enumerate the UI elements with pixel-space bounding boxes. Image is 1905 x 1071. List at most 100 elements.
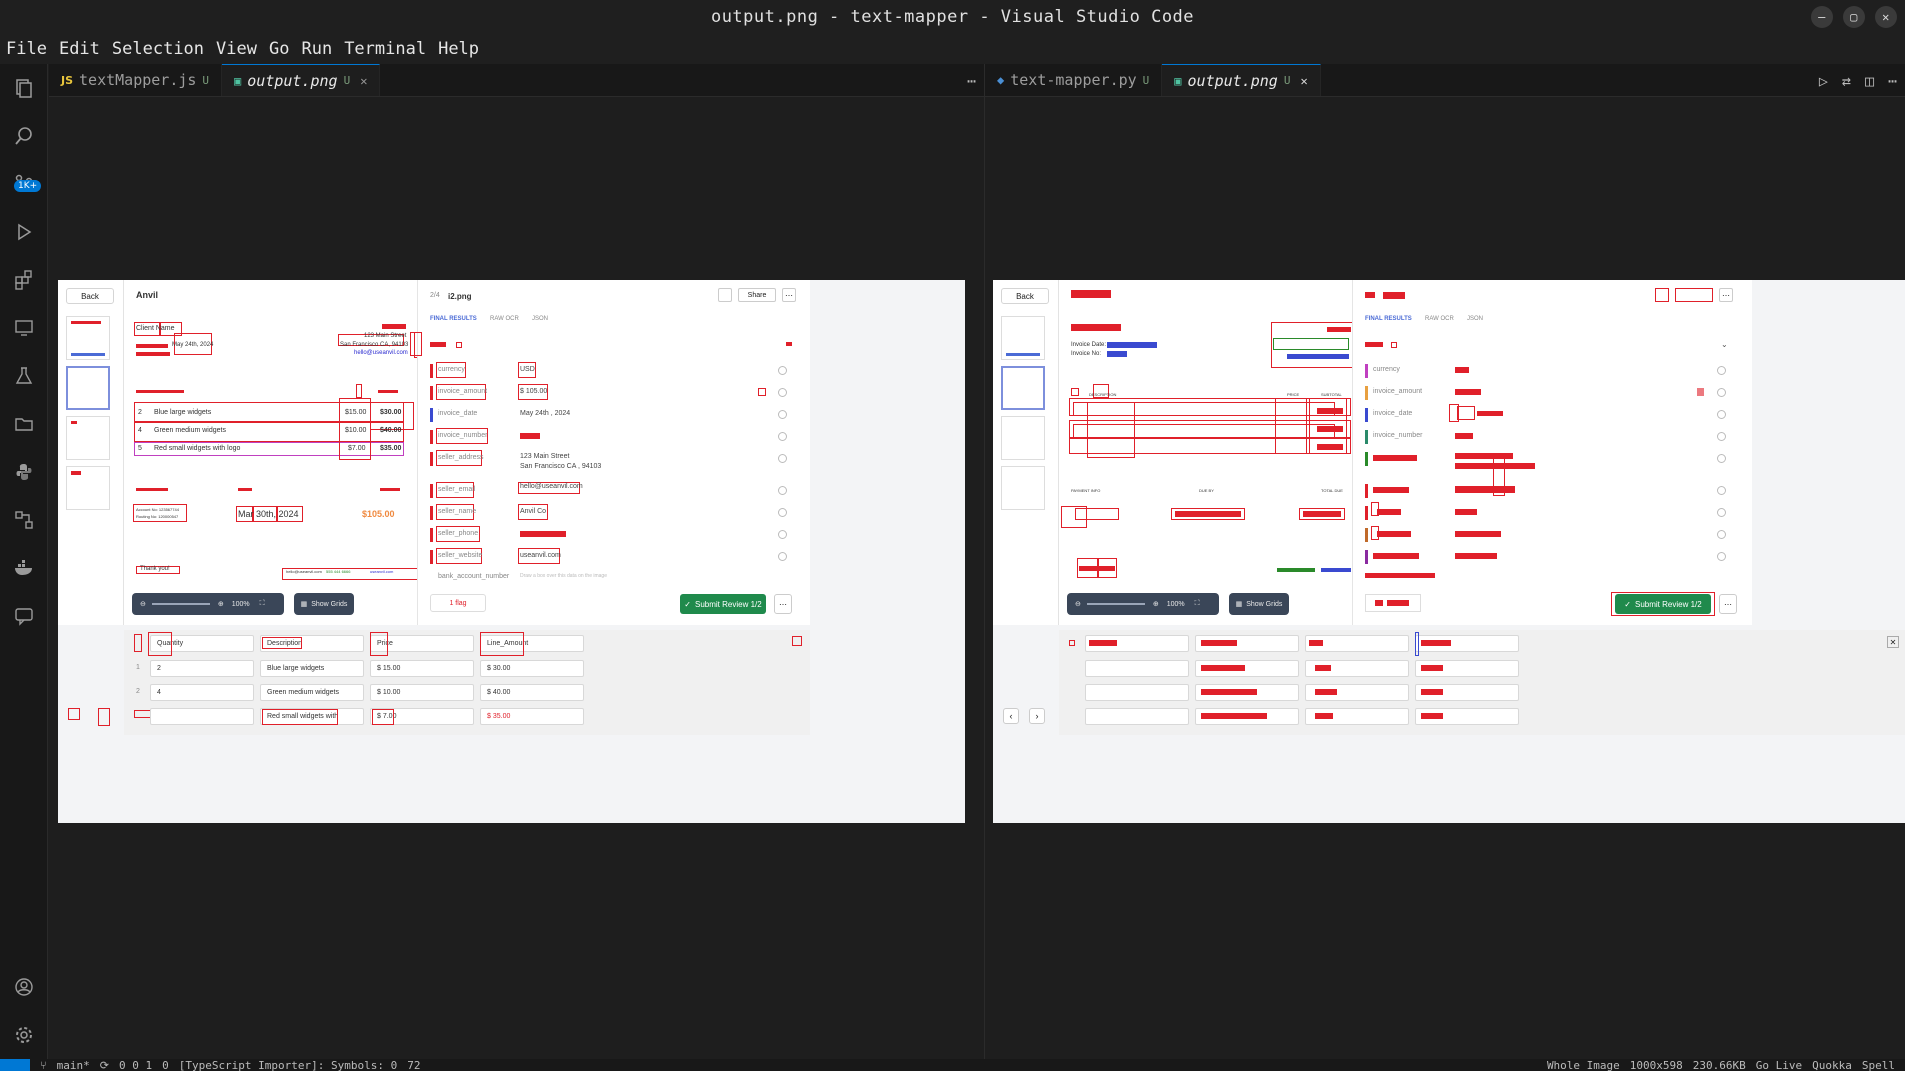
spell-check-status[interactable]: Spell	[1862, 1059, 1895, 1071]
remote-explorer-icon[interactable]	[0, 304, 48, 352]
compare-icon[interactable]: ⇄	[1842, 72, 1851, 90]
more-actions-icon[interactable]: ⋯	[1888, 72, 1897, 90]
menu-view[interactable]: View	[216, 39, 257, 59]
tab-raw-ocr[interactable]: RAW OCR	[1425, 316, 1454, 322]
zoom-in-icon[interactable]: ⊕	[1153, 600, 1159, 608]
menu-selection[interactable]: Selection	[112, 39, 204, 59]
tab-json[interactable]: JSON	[532, 316, 548, 322]
grid-cell[interactable]: Blue large widgets	[260, 660, 364, 677]
submit-review-button[interactable]: ✓ Submit Review 1/2	[1615, 594, 1711, 614]
docker-icon[interactable]	[0, 544, 48, 592]
grid-cell[interactable]: 2	[150, 660, 254, 677]
thumbnail-2[interactable]	[66, 366, 110, 410]
prev-page-button[interactable]: ‹	[1003, 708, 1019, 724]
prev-page-button[interactable]	[68, 708, 80, 720]
search-icon[interactable]	[0, 112, 48, 160]
thumbnail-1[interactable]	[66, 316, 110, 360]
tab-final-results[interactable]: FINAL RESULTS	[430, 316, 477, 322]
settings-gear-icon[interactable]	[0, 1011, 48, 1059]
split-editor-icon[interactable]: ◫	[1865, 72, 1874, 90]
testing-icon[interactable]	[0, 352, 48, 400]
thumbnail-4[interactable]	[66, 466, 110, 510]
menu-help[interactable]: Help	[438, 39, 479, 59]
zoom-slider[interactable]	[151, 603, 210, 605]
menu-go[interactable]: Go	[269, 39, 289, 59]
git-branch[interactable]: main*	[57, 1059, 90, 1071]
tab-output-png-right[interactable]: ▣ output.png U ✕	[1162, 64, 1321, 96]
minimize-icon[interactable]: –	[1811, 6, 1833, 28]
grid-cell[interactable]: $ 30.00	[480, 660, 584, 677]
diagram-icon[interactable]	[0, 496, 48, 544]
zoom-in-icon[interactable]: ⊕	[218, 600, 224, 608]
thumbnail-3[interactable]	[66, 416, 110, 460]
tab-final-results[interactable]: FINAL RESULTS	[1365, 316, 1412, 322]
sync-icon[interactable]: ⟳	[100, 1059, 109, 1071]
chat-icon[interactable]	[0, 592, 48, 640]
more-submit-options[interactable]: ⋯	[1719, 594, 1737, 614]
show-grids-button[interactable]: ▦ Show Grids	[1229, 593, 1289, 615]
grid-cell[interactable]: Green medium widgets	[260, 684, 364, 701]
menu-terminal[interactable]: Terminal	[344, 39, 426, 59]
run-debug-icon[interactable]	[0, 208, 48, 256]
thumbnail-3[interactable]	[1001, 416, 1045, 460]
remote-indicator[interactable]	[0, 1059, 30, 1071]
chevron-down-icon[interactable]: ⌄	[1721, 340, 1728, 349]
folder-icon[interactable]	[0, 400, 48, 448]
menu-file[interactable]: File	[6, 39, 47, 59]
tab-output-png-left[interactable]: ▣ output.png U ✕	[222, 64, 381, 96]
account-icon[interactable]	[0, 963, 48, 1011]
next-page-button[interactable]	[98, 708, 110, 726]
close-tab-icon[interactable]: ✕	[360, 74, 367, 88]
more-options-button[interactable]: ⋯	[782, 288, 796, 302]
close-icon[interactable]: ✕	[1875, 6, 1897, 28]
ports-count[interactable]: 0	[162, 1059, 169, 1071]
zoom-out-icon[interactable]: ⊖	[140, 600, 146, 608]
grid-cell[interactable]: $ 40.00	[480, 684, 584, 701]
thumbnail-1[interactable]	[1001, 316, 1045, 360]
tab-raw-ocr[interactable]: RAW OCR	[490, 316, 519, 322]
menu-edit[interactable]: Edit	[59, 39, 100, 59]
thumbnail-2[interactable]	[1001, 366, 1045, 410]
fit-screen-icon[interactable]: ⛶	[260, 600, 265, 608]
thumbnail-4[interactable]	[1001, 466, 1045, 510]
source-control-icon[interactable]: 1K+	[0, 160, 48, 208]
next-page-button[interactable]: ›	[1029, 708, 1045, 724]
go-live-button[interactable]: Go Live	[1756, 1059, 1802, 1071]
grid-cell[interactable]	[1085, 660, 1189, 677]
typescript-importer-status[interactable]: [TypeScript Importer]: Symbols: 0	[179, 1059, 398, 1071]
more-options-button[interactable]: ⋯	[1719, 288, 1733, 302]
close-tab-icon[interactable]: ✕	[1300, 74, 1307, 88]
maximize-icon[interactable]: ▢	[1843, 6, 1865, 28]
back-button[interactable]: Back	[1001, 288, 1049, 304]
grid-cell[interactable]	[1085, 708, 1189, 725]
show-grids-button[interactable]: ▦ Show Grids	[294, 593, 354, 615]
python-icon[interactable]	[0, 448, 48, 496]
submit-review-button[interactable]: ✓ Submit Review 1/2	[680, 594, 766, 614]
download-button[interactable]	[718, 288, 732, 302]
grid-cell[interactable]: 4	[150, 684, 254, 701]
grid-cell[interactable]	[1085, 684, 1189, 701]
grid-cell[interactable]: $ 10.00	[370, 684, 474, 701]
watch-count[interactable]: 72	[407, 1059, 420, 1071]
back-button[interactable]: Back	[66, 288, 114, 304]
tab-textmapper-js[interactable]: JS textMapper.js U	[49, 64, 223, 96]
grid-cell[interactable]: $ 15.00	[370, 660, 474, 677]
extensions-icon[interactable]	[0, 256, 48, 304]
close-grid-icon[interactable]: ✕	[1887, 636, 1899, 648]
more-submit-options[interactable]: ⋯	[774, 594, 792, 614]
menu-run[interactable]: Run	[301, 39, 332, 59]
tab-json[interactable]: JSON	[1467, 316, 1483, 322]
fit-screen-icon[interactable]: ⛶	[1195, 600, 1200, 608]
explorer-icon[interactable]	[0, 64, 48, 112]
tab-text-mapper-py[interactable]: ◆ text-mapper.py U	[985, 64, 1163, 96]
more-actions-icon[interactable]: ⋯	[967, 72, 976, 90]
problems-count[interactable]: 0 0 1	[119, 1059, 152, 1071]
image-zoom-mode[interactable]: Whole Image	[1547, 1059, 1620, 1071]
zoom-out-icon[interactable]: ⊖	[1075, 600, 1081, 608]
grid-cell[interactable]: 5	[150, 708, 254, 725]
share-button[interactable]: Share	[738, 288, 776, 302]
quokka-status[interactable]: Quokka	[1812, 1059, 1852, 1071]
zoom-slider[interactable]	[1086, 603, 1145, 605]
grid-cell[interactable]: $ 35.00	[480, 708, 584, 725]
run-file-icon[interactable]: ▷	[1819, 72, 1828, 90]
